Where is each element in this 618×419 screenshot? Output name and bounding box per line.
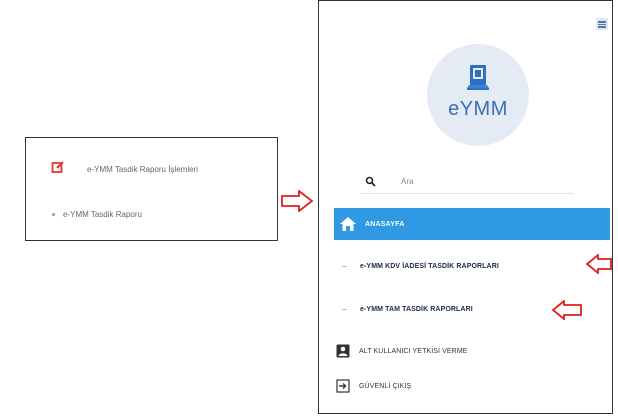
arrow-icon [551,300,582,320]
submenu-item-tasdik-islemleri[interactable]: e-YMM Tasdik Raporu İşlemleri [51,160,198,179]
document-icon [467,65,489,90]
submenu-item-label: e-YMM Tasdik Raporu [63,210,142,219]
arrow-icon [281,190,314,212]
sidebar-item-kdv-iadesi[interactable]: e-YMM KDV İADESİ TASDİK RAPORLARI [334,263,499,270]
logo: eYMM [427,44,529,146]
logout-icon [336,379,350,393]
sidebar-item-tam-tasdik[interactable]: e-YMM TAM TASDİK RAPORLARI [334,306,473,313]
sidebar-item-home[interactable]: ANASAYFA [334,208,610,240]
bullet-icon [52,213,55,216]
sidebar-item-label: ANASAYFA [365,220,405,228]
sidebar-panel: eYMM Ara ANASAYFA e-YMM KDV İADESİ TASDİ… [318,0,613,414]
sidebar-item-label: e-YMM TAM TASDİK RAPORLARI [360,306,473,313]
arrow-icon [585,254,612,274]
search-icon [365,176,376,187]
sidebar-item-label: GÜVENLİ ÇIKIŞ [359,382,412,390]
submenu-panel: e-YMM Tasdik Raporu İşlemleri e-YMM Tasd… [25,137,278,241]
search-placeholder: Ara [401,177,414,186]
sidebar-item-label: e-YMM KDV İADESİ TASDİK RAPORLARI [360,263,499,270]
search-input[interactable]: Ara [361,173,574,194]
sidebar-item-guvenli-cikis[interactable]: GÜVENLİ ÇIKIŞ [336,379,411,393]
menu-icon[interactable] [596,18,608,30]
sidebar-item-alt-kullanici[interactable]: ALT KULLANICI YETKİSİ VERME [336,344,468,358]
home-icon [340,217,356,231]
logo-text: eYMM [448,98,508,120]
submenu-item-label: e-YMM Tasdik Raporu İşlemleri [87,165,198,174]
edit-icon [51,160,65,179]
sidebar-item-label: ALT KULLANICI YETKİSİ VERME [359,347,468,355]
submenu-item-tasdik-raporu[interactable]: e-YMM Tasdik Raporu [52,210,142,219]
user-icon [336,344,350,358]
